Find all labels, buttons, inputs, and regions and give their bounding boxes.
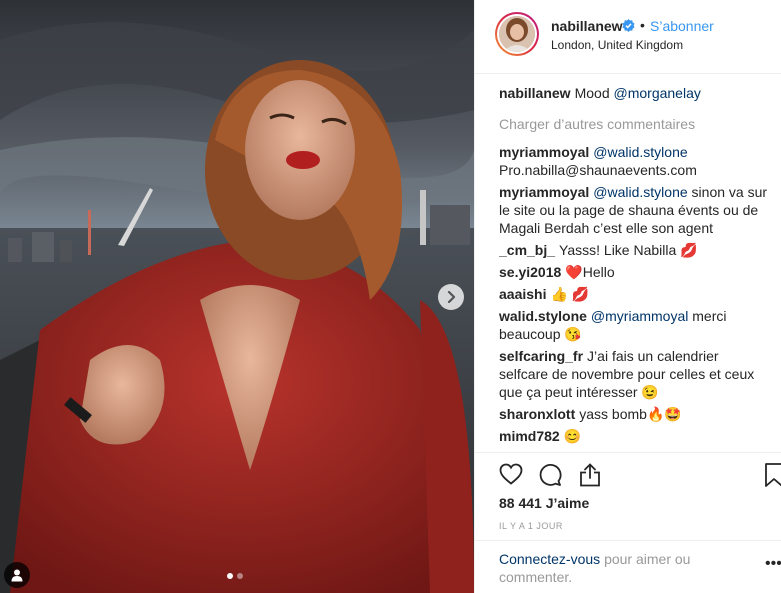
bookmark-icon[interactable]	[765, 463, 781, 487]
fire-star-emoji-icon: 🔥🤩	[646, 406, 682, 422]
user-tag-icon	[11, 569, 23, 581]
post-photo[interactable]	[0, 0, 474, 593]
comment-mention[interactable]: @walid.stylone	[593, 144, 687, 160]
like-count[interactable]: 88 441 J’aime	[499, 495, 589, 511]
caption: nabillanew Mood @morganelay	[499, 84, 771, 102]
chevron-right-icon	[447, 291, 456, 303]
story-ring[interactable]	[495, 12, 539, 56]
action-bar	[475, 452, 781, 487]
carousel-next-button[interactable]	[438, 284, 464, 310]
comment-username[interactable]: mimd782	[499, 428, 560, 444]
comment-text: Hello	[582, 264, 615, 280]
caption-mention[interactable]: @morganelay	[614, 85, 701, 101]
post-author-username[interactable]: nabillanew	[551, 18, 623, 34]
comment-item: myriammoyal @walid.stylone sinon va sur l…	[499, 183, 771, 237]
comment-item: mimd782 😊	[499, 427, 771, 445]
carousel-dot-active	[227, 573, 233, 579]
comment-text: Yasss! Like Nabilla	[559, 242, 677, 258]
comment-item: sharonxlott yass bomb🔥🤩	[499, 405, 771, 423]
comment-item: aaaishi 👍 💋	[499, 285, 771, 303]
comment-item: walid.stylone @myriammoyal merci beaucoup…	[499, 307, 771, 343]
login-link[interactable]: Connectez-vous	[499, 551, 600, 567]
thumbs-up-emoji-icon: 👍 💋	[550, 286, 590, 302]
comment-text: Pro.nabilla@shaunaevents.com	[499, 162, 697, 178]
tagged-users-button[interactable]	[4, 562, 30, 588]
smile-emoji-icon: 😊	[563, 428, 582, 444]
comments-list[interactable]: nabillanew Mood @morganelay Charger d’aut…	[499, 84, 771, 452]
comment-username[interactable]: sharonxlott	[499, 406, 575, 422]
comment-mention[interactable]: @myriammoyal	[591, 308, 688, 324]
comment-username[interactable]: myriammoyal	[499, 184, 589, 200]
verified-badge-icon	[622, 19, 635, 32]
separator-dot: •	[640, 17, 645, 33]
post-sidebar: nabillanew • S’abonner London, United Ki…	[474, 0, 781, 593]
comment-username[interactable]: walid.stylone	[499, 308, 587, 324]
avatar-image	[499, 16, 535, 52]
caption-username[interactable]: nabillanew	[499, 85, 571, 101]
wink-emoji-icon: 😉	[641, 384, 659, 400]
comment-item: selfcaring_fr J’ai fais un calendrier sel…	[499, 347, 771, 401]
more-options-icon[interactable]: •••	[765, 555, 781, 573]
caption-text: Mood	[574, 85, 610, 101]
share-icon[interactable]	[579, 463, 601, 487]
load-more-comments-button[interactable]: Charger d’autres commentaires	[499, 115, 771, 133]
comment-item: se.yi2018 ❤️Hello	[499, 263, 771, 281]
comment-mention[interactable]: @walid.stylone	[593, 184, 687, 200]
instagram-post-view: nabillanew • S’abonner London, United Ki…	[0, 0, 781, 593]
comment-username[interactable]: myriammoyal	[499, 144, 589, 160]
post-header: nabillanew • S’abonner London, United Ki…	[475, 0, 781, 74]
comment-username[interactable]: se.yi2018	[499, 264, 561, 280]
lips-emoji-icon: 💋	[680, 242, 698, 258]
comment-username[interactable]: _cm_bj_	[499, 242, 555, 258]
comment-item: _cm_bj_ Yasss! Like Nabilla 💋	[499, 241, 771, 259]
comment-username[interactable]: aaaishi	[499, 286, 546, 302]
comment-icon[interactable]	[538, 463, 562, 487]
login-divider	[475, 540, 781, 541]
carousel-indicator	[227, 573, 243, 579]
comment-text: yass bomb	[579, 406, 647, 422]
login-prompt: Connectez-vous pour aimer ou commenter.	[499, 550, 719, 586]
post-location[interactable]: London, United Kingdom	[551, 38, 683, 52]
kiss-emoji-icon: 😘	[564, 326, 582, 342]
heart-icon[interactable]	[499, 463, 523, 485]
carousel-dot	[237, 573, 243, 579]
comment-username[interactable]: selfcaring_fr	[499, 348, 583, 364]
post-timestamp[interactable]: IL Y A 1 JOUR	[499, 521, 563, 531]
photo-scene	[0, 0, 474, 593]
heart-emoji-icon: ❤️	[565, 264, 583, 280]
avatar[interactable]	[499, 16, 535, 52]
comment-item: myriammoyal @walid.stylone Pro.nabilla@sh…	[499, 143, 771, 179]
follow-button[interactable]: S’abonner	[650, 18, 714, 34]
